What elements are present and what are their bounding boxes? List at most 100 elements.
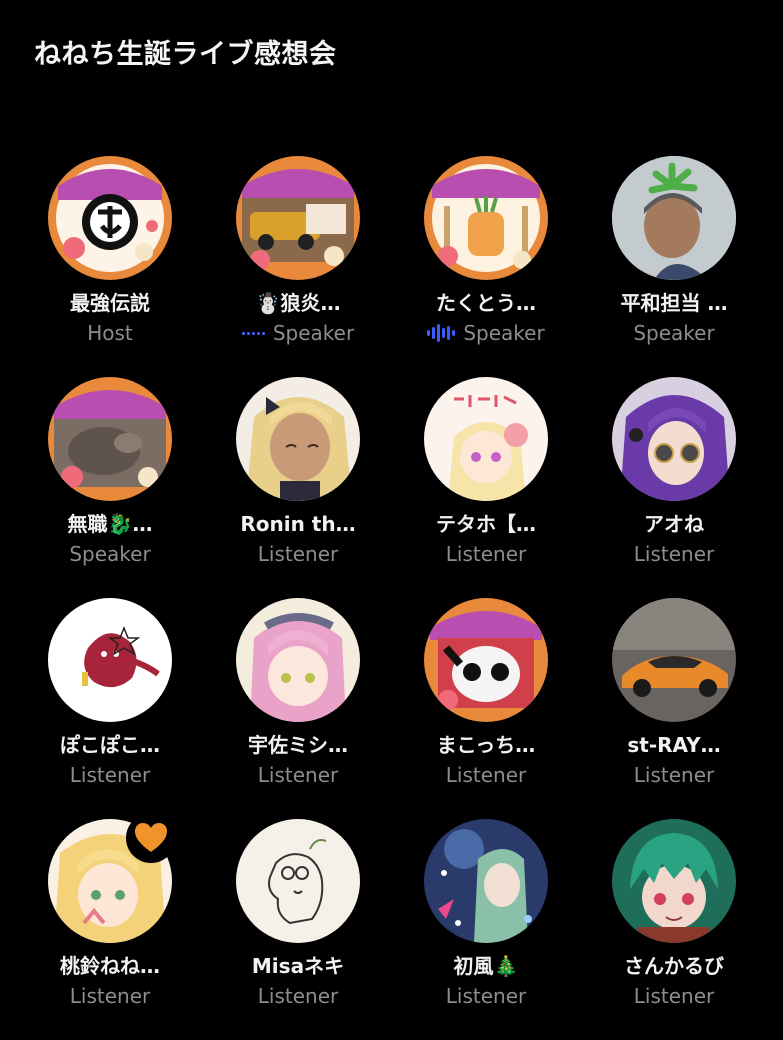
avatar[interactable] <box>48 156 172 280</box>
avatar[interactable] <box>424 377 548 501</box>
role-row: Listener <box>258 762 338 788</box>
participant-name: 桃鈴ねね… <box>60 954 160 978</box>
participant-name: 宇佐ミシ… <box>248 733 348 757</box>
participant-name: Ronin th… <box>240 512 356 536</box>
role-row: Listener <box>446 541 526 567</box>
avatar[interactable] <box>424 156 548 280</box>
participant-name: アオね <box>644 512 704 536</box>
participant-name: まこっち… <box>436 733 536 757</box>
role-row: Listener <box>634 762 714 788</box>
participant-card[interactable]: Ronin th… Listener <box>204 377 392 598</box>
role-row: Listener <box>446 762 526 788</box>
participant-role: Listener <box>633 984 715 1008</box>
participant-role: Speaker <box>69 542 151 566</box>
participant-name: さんかるび <box>624 954 724 978</box>
anime-purple-hair-sunglasses-avatar <box>612 377 736 501</box>
room-title: ねねち生誕ライブ感想会 <box>34 39 337 70</box>
participant-card[interactable]: 最強伝説 Host <box>16 156 204 377</box>
participant-card[interactable]: ☃️狼炎… Speaker <box>204 156 392 377</box>
red-creature-illustration-avatar <box>48 598 172 722</box>
avatar[interactable] <box>236 156 360 280</box>
nene-banner-cat-avatar <box>48 377 172 501</box>
participant-name: テタホ【… <box>436 512 536 536</box>
role-row: Speaker <box>241 320 355 346</box>
participant-card[interactable]: st-RAY… Listener <box>580 598 768 819</box>
participant-name: ☃️狼炎… <box>255 291 341 315</box>
participant-card[interactable]: 無職🐉… Speaker <box>16 377 204 598</box>
participant-name: Misaネキ <box>251 954 345 978</box>
speaking-indicator-icon <box>427 323 456 343</box>
participant-card[interactable]: 初風🎄 Listener <box>392 819 580 1040</box>
participant-role: Host <box>87 321 133 345</box>
avatar[interactable] <box>236 598 360 722</box>
anime-pink-hair-girl-avatar <box>236 598 360 722</box>
participant-card[interactable]: テタホ【… Listener <box>392 377 580 598</box>
participant-role: Speaker <box>463 321 545 345</box>
role-row: Listener <box>446 983 526 1009</box>
participant-role: Listener <box>445 984 527 1008</box>
heart-icon <box>135 823 167 852</box>
participant-card[interactable]: さんかるび Listener <box>580 819 768 1040</box>
avatar[interactable] <box>424 819 548 943</box>
role-row: Speaker <box>633 320 714 346</box>
photo-person-with-plant-avatar <box>612 156 736 280</box>
anime-green-hair-boy-avatar <box>612 819 736 943</box>
participant-name: 初風🎄 <box>453 954 519 978</box>
participant-name: 最強伝説 <box>70 291 150 315</box>
participant-role: Speaker <box>272 321 355 345</box>
anime-tetaho-sketch-avatar <box>424 377 548 501</box>
participant-name: st-RAY… <box>627 733 721 757</box>
participant-role: Speaker <box>633 321 715 345</box>
avatar[interactable] <box>236 819 360 943</box>
participant-role: Listener <box>257 542 339 566</box>
participant-card[interactable]: 桃鈴ねね… Listener <box>16 813 204 1040</box>
participant-role: Listener <box>445 542 527 566</box>
participant-card[interactable]: たくとう… Speaker <box>392 156 580 377</box>
avatar[interactable] <box>612 156 736 280</box>
avatar[interactable] <box>612 819 736 943</box>
participant-role: Listener <box>257 763 339 787</box>
role-row: Listener <box>70 762 150 788</box>
role-row: Listener <box>258 983 338 1009</box>
line-drawing-character-avatar <box>236 819 360 943</box>
role-row: Listener <box>70 983 150 1009</box>
anime-blonde-girl-avatar <box>236 377 360 501</box>
participant-role: Listener <box>445 763 527 787</box>
avatar[interactable] <box>48 598 172 722</box>
participant-name: ぽこぽこ… <box>60 733 160 757</box>
participant-name: 無職🐉… <box>67 512 153 536</box>
role-row: Listener <box>258 541 338 567</box>
speaking-indicator-icon <box>241 331 265 335</box>
avatar[interactable] <box>612 598 736 722</box>
participant-card[interactable]: まこっち… Listener <box>392 598 580 819</box>
participant-card[interactable]: アオね Listener <box>580 377 768 598</box>
participant-role: Listener <box>257 984 339 1008</box>
orange-sports-car-avatar <box>612 598 736 722</box>
role-row: Listener <box>634 541 714 567</box>
participant-role: Listener <box>69 763 151 787</box>
role-row: Speaker <box>69 541 150 567</box>
participant-name: 平和担当 … <box>620 291 728 315</box>
nene-banner-car-avatar <box>236 156 360 280</box>
role-row: Speaker <box>427 320 545 346</box>
heart-badge <box>126 813 176 863</box>
nene-banner-panda-avatar <box>424 598 548 722</box>
avatar[interactable] <box>48 377 172 501</box>
participant-role: Listener <box>69 984 151 1008</box>
participant-name: たくとう… <box>436 291 536 315</box>
nene-banner-carrot-avatar <box>424 156 548 280</box>
participant-role: Listener <box>633 542 715 566</box>
participant-grid: 最強伝説 Host ☃️狼炎… Speaker たくとう… Speaker 平和… <box>16 156 768 1040</box>
participant-card[interactable]: ぽこぽこ… Listener <box>16 598 204 819</box>
participant-role: Listener <box>633 763 715 787</box>
avatar[interactable] <box>424 598 548 722</box>
role-row: Host <box>87 320 133 346</box>
avatar[interactable] <box>236 377 360 501</box>
participant-card[interactable]: 平和担当 … Speaker <box>580 156 768 377</box>
participant-card[interactable]: Misaネキ Listener <box>204 819 392 1040</box>
nene-banner-ne-logo-avatar <box>48 156 172 280</box>
anime-green-hair-sparkle-avatar <box>424 819 548 943</box>
participant-card[interactable]: 宇佐ミシ… Listener <box>204 598 392 819</box>
role-row: Listener <box>634 983 714 1009</box>
avatar[interactable] <box>612 377 736 501</box>
